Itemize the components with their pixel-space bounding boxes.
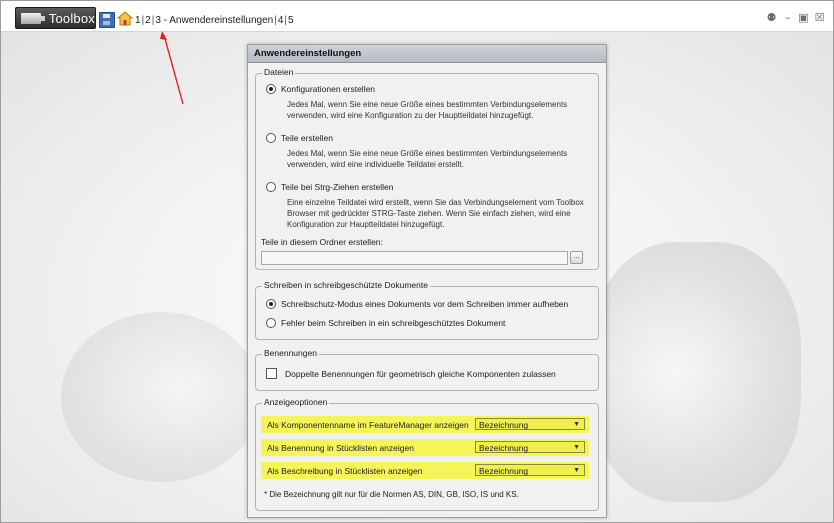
- breadcrumb-step-3-current[interactable]: 3 - Anwendereinstellungen: [155, 15, 273, 26]
- window-controls: ⚉ – ▣ ☒: [766, 11, 825, 24]
- chevron-down-icon[interactable]: ▼: [573, 465, 580, 477]
- radio-indicator[interactable]: [266, 133, 276, 143]
- home-icon[interactable]: [117, 11, 133, 26]
- annotation-arrow: [160, 31, 184, 105]
- chevron-down-icon[interactable]: ▼: [573, 419, 580, 431]
- radio-label: Schreibschutz-Modus eines Dokuments vor …: [281, 299, 569, 309]
- anzeige-row-label: Als Komponentenname im FeatureManager an…: [267, 420, 469, 430]
- top-toolbar: Toolbox 1|2|3 - Anwendereinstellungen|4|…: [1, 1, 833, 32]
- minimize-icon[interactable]: –: [782, 11, 793, 24]
- anzeige-row-label: Als Beschreibung in Stücklisten anzeigen: [267, 466, 423, 476]
- radio-indicator-selected[interactable]: [266, 299, 276, 309]
- toolbox-logo-icon: [21, 12, 45, 24]
- doppelte-benennungen-checkbox[interactable]: [266, 368, 277, 379]
- doppelte-benennungen-checkbox-row[interactable]: Doppelte Benennungen für geometrisch gle…: [266, 368, 556, 379]
- radio-label: Konfigurationen erstellen: [281, 84, 376, 94]
- save-icon[interactable]: [99, 12, 115, 28]
- breadcrumb-step-2[interactable]: 2: [145, 15, 151, 26]
- pin-icon[interactable]: ⚉: [766, 11, 777, 24]
- breadcrumb-step-4[interactable]: 4: [278, 15, 284, 26]
- background-fastener-image-right: [591, 242, 801, 502]
- komponentenname-select[interactable]: Bezeichnung ▼: [475, 418, 585, 430]
- toolbox-app-label: Toolbox: [48, 10, 95, 26]
- maximize-icon[interactable]: ▣: [798, 11, 809, 24]
- chevron-down-icon[interactable]: ▼: [573, 442, 580, 454]
- beschreibung-select[interactable]: Bezeichnung ▼: [475, 464, 585, 476]
- radio-label: Teile bei Strg-Ziehen erstellen: [281, 182, 394, 192]
- radio-indicator-selected[interactable]: [266, 84, 276, 94]
- select-value: Bezeichnung: [479, 443, 529, 453]
- select-value: Bezeichnung: [479, 420, 529, 430]
- radio-teile-bei-strg-ziehen[interactable]: Teile bei Strg-Ziehen erstellen: [266, 182, 393, 192]
- anwendereinstellungen-dialog: Anwendereinstellungen Dateien Konfigurat…: [247, 44, 607, 518]
- background-fastener-image-left: [61, 312, 261, 482]
- breadcrumb-step-1[interactable]: 1: [135, 15, 141, 26]
- teile-erstellen-description: Jedes Mal, wenn Sie eine neue Größe eine…: [287, 149, 568, 169]
- close-icon[interactable]: ☒: [814, 11, 825, 24]
- norm-footnote: * Die Bezeichnung gilt nur für die Norme…: [264, 490, 519, 499]
- folder-path-input[interactable]: [261, 251, 568, 265]
- benennungen-legend: Benennungen: [262, 348, 319, 358]
- radio-indicator[interactable]: [266, 182, 276, 192]
- strg-ziehen-description: Eine einzelne Teildatei wird erstellt, w…: [287, 198, 584, 229]
- anzeige-row-label: Als Benennung in Stücklisten anzeigen: [267, 443, 414, 453]
- toolbox-app-button[interactable]: Toolbox: [15, 7, 96, 29]
- breadcrumb-step-5[interactable]: 5: [288, 15, 294, 26]
- radio-teile-erstellen[interactable]: Teile erstellen: [266, 133, 333, 143]
- radio-schreibschutz-aufheben[interactable]: Schreibschutz-Modus eines Dokuments vor …: [266, 299, 568, 309]
- konfigurationen-description: Jedes Mal, wenn Sie eine neue Größe eine…: [287, 100, 568, 120]
- radio-label: Fehler beim Schreiben in ein schreibgesc…: [281, 318, 506, 328]
- folder-label: Teile in diesem Ordner erstellen:: [261, 237, 383, 247]
- benennung-select[interactable]: Bezeichnung ▼: [475, 441, 585, 453]
- schreibschutz-legend: Schreiben in schreibgeschützte Dokumente: [262, 280, 430, 290]
- select-value: Bezeichnung: [479, 466, 529, 476]
- checkbox-label: Doppelte Benennungen für geometrisch gle…: [285, 368, 556, 379]
- breadcrumb: 1|2|3 - Anwendereinstellungen|4|5: [135, 15, 294, 26]
- anzeige-row-komponentenname: Als Komponentenname im FeatureManager an…: [261, 416, 589, 433]
- browse-folder-button[interactable]: ...: [570, 251, 583, 264]
- anzeigeoptionen-legend: Anzeigeoptionen: [262, 397, 330, 407]
- schreibschutz-group: Schreiben in schreibgeschützte Dokumente…: [255, 280, 599, 340]
- anzeige-row-benennung: Als Benennung in Stücklisten anzeigen Be…: [261, 439, 589, 456]
- radio-fehler-beim-schreiben[interactable]: Fehler beim Schreiben in ein schreibgesc…: [266, 318, 505, 328]
- radio-label: Teile erstellen: [281, 133, 333, 143]
- dateien-group: Dateien Konfigurationen erstellen Jedes …: [255, 67, 599, 270]
- anzeigeoptionen-group: Anzeigeoptionen Als Komponentenname im F…: [255, 397, 599, 511]
- radio-konfigurationen-erstellen[interactable]: Konfigurationen erstellen: [266, 84, 375, 94]
- radio-indicator[interactable]: [266, 318, 276, 328]
- dialog-title: Anwendereinstellungen: [248, 45, 606, 63]
- anzeige-row-beschreibung: Als Beschreibung in Stücklisten anzeigen…: [261, 462, 589, 479]
- benennungen-group: Benennungen Doppelte Benennungen für geo…: [255, 348, 599, 391]
- dateien-legend: Dateien: [262, 67, 296, 77]
- toolbox-window: Toolbox 1|2|3 - Anwendereinstellungen|4|…: [0, 0, 834, 523]
